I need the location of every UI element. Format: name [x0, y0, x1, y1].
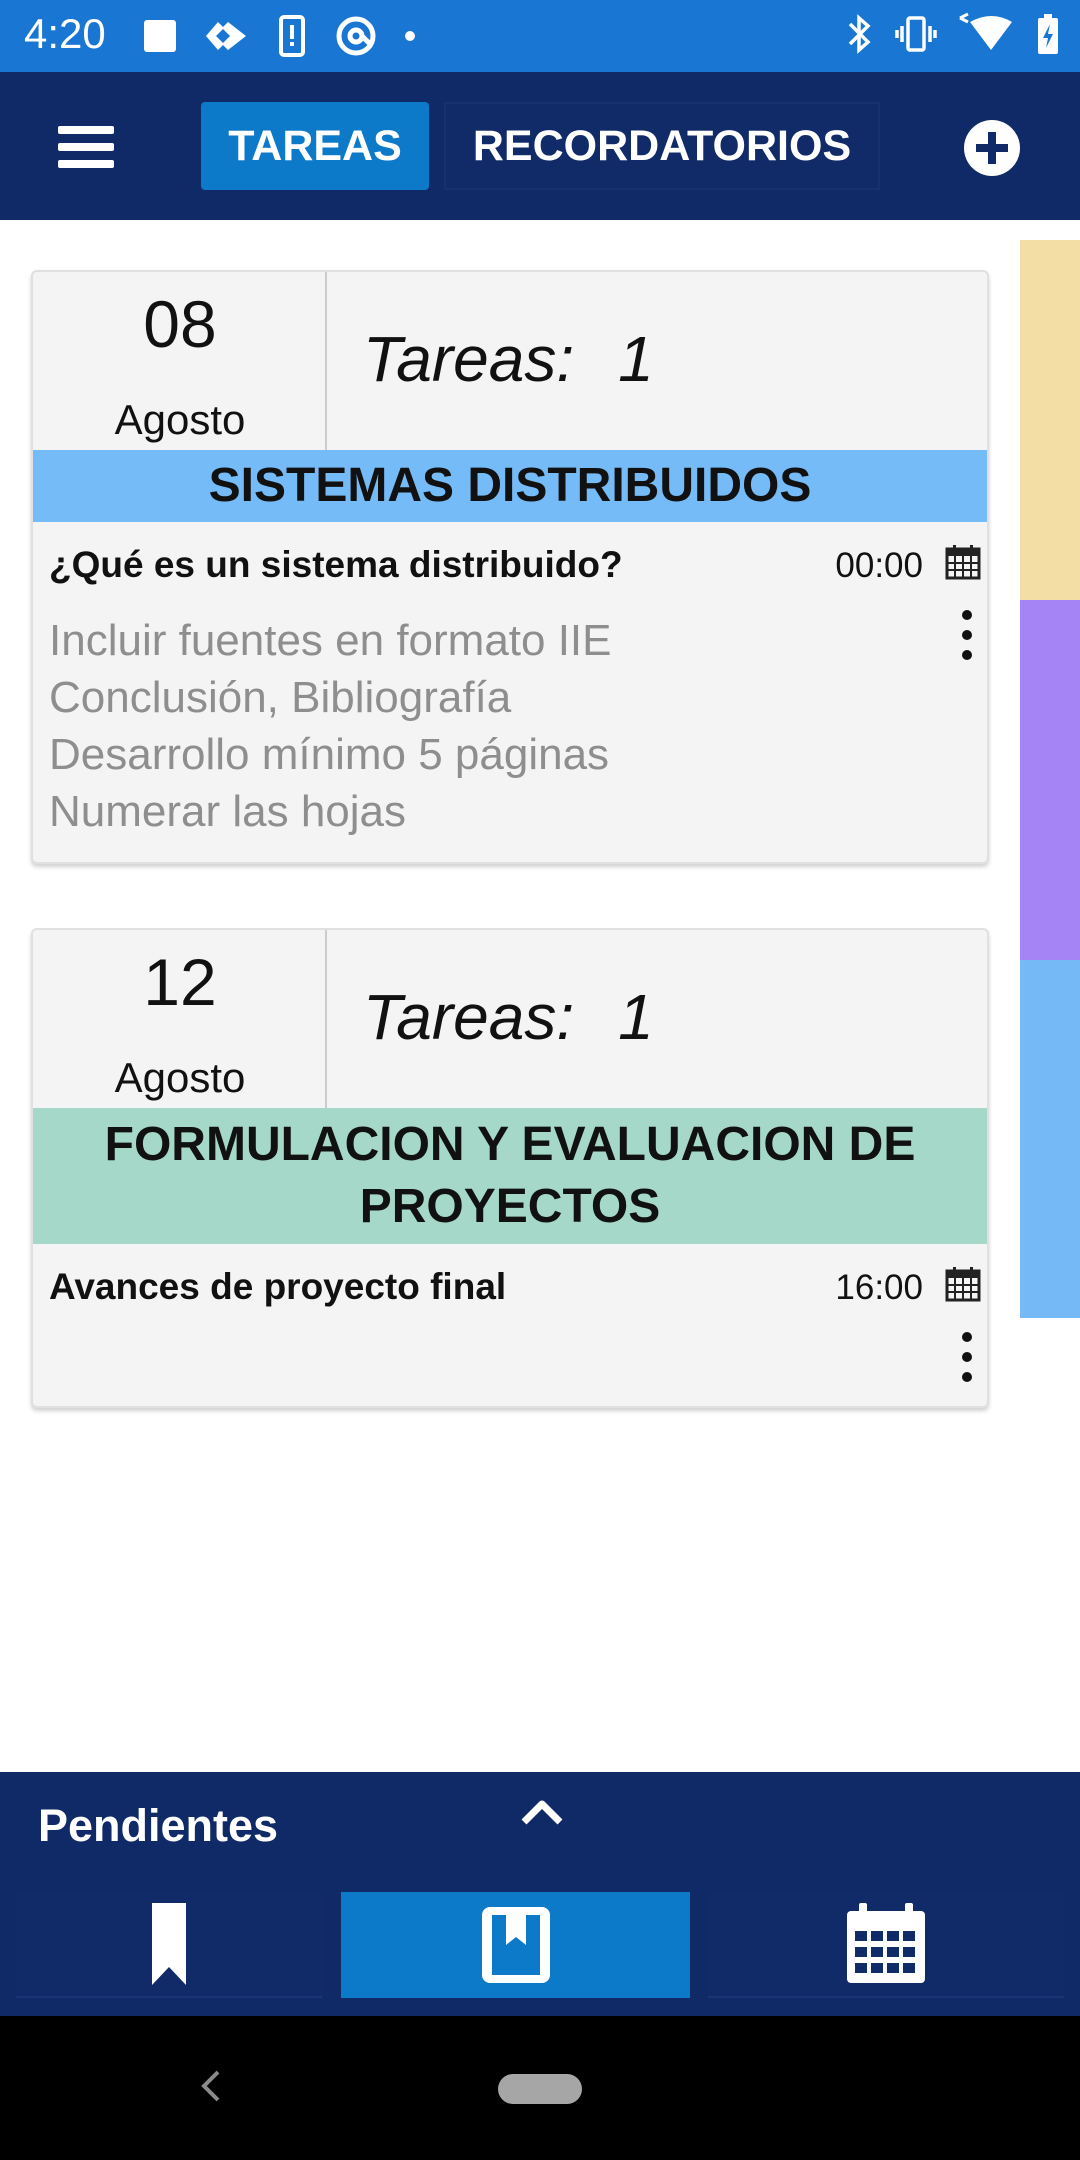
calendar-icon — [847, 1903, 925, 1983]
task-count-value: 1 — [618, 981, 654, 1053]
task-day-card: 08 Agosto Tareas: 1 SISTEMAS DISTRIBUIDOS… — [31, 270, 989, 864]
bookmark-icon — [152, 1903, 186, 1985]
pending-panel: Pendientes — [0, 1772, 1080, 2016]
date-day: 08 — [143, 287, 217, 361]
nav-bookmarks[interactable] — [16, 1892, 322, 1998]
hamburger-menu-icon[interactable] — [46, 112, 126, 182]
dot-icon — [405, 31, 415, 41]
side-color-strip-yellow — [1020, 240, 1080, 600]
date-month: Agosto — [114, 396, 246, 443]
task-description-line: Numerar las hojas — [49, 787, 407, 836]
side-color-strip-blue — [1020, 960, 1080, 1318]
task-time: 16:00 — [835, 1268, 923, 1307]
task-description-line: Conclusión, Bibliografía — [49, 673, 512, 722]
diamond-arrow-icon — [206, 22, 246, 50]
more-options-icon[interactable] — [957, 610, 977, 660]
side-color-strip-purple — [1020, 600, 1080, 960]
date-month: Agosto — [114, 1054, 246, 1101]
subject-line: FORMULACION Y EVALUACION DE — [104, 1118, 916, 1171]
notification-icons — [140, 14, 420, 58]
task-title[interactable]: Avances de proyecto final — [49, 1266, 506, 1308]
task-count-value: 1 — [618, 323, 654, 395]
task-description-line: Desarrollo mínimo 5 páginas — [49, 730, 610, 779]
status-time: 4:20 — [24, 10, 106, 57]
date-day: 12 — [143, 945, 217, 1019]
task-day-card: 12 Agosto Tareas: 1 FORMULACION Y EVALUAC… — [31, 928, 989, 1408]
calendar-icon[interactable] — [945, 1266, 981, 1302]
subject-line: PROYECTOS — [359, 1180, 661, 1233]
task-description-line: Incluir fuentes en formato IIE — [49, 616, 612, 665]
back-icon[interactable] — [196, 2066, 226, 2106]
status-bar: 4:20 — [0, 0, 1080, 72]
task-title[interactable]: ¿Qué es un sistema distribuido? — [49, 544, 623, 586]
task-count-label: Tareas: — [363, 981, 575, 1053]
add-circle-icon[interactable] — [964, 120, 1020, 176]
tab-recordatorios[interactable]: RECORDATORIOS — [444, 102, 880, 190]
system-status-icons — [844, 12, 1062, 56]
wifi-icon — [959, 12, 1012, 50]
task-count-label: Tareas: — [363, 323, 575, 395]
nav-tasks[interactable] — [341, 1892, 690, 1998]
stop-square-icon — [144, 20, 176, 52]
task-time: 00:00 — [835, 546, 923, 585]
task-count: Tareas: 1 — [363, 322, 654, 396]
bluetooth-icon — [848, 14, 871, 54]
task-description: Incluir fuentes en formato IIE Conclusió… — [49, 612, 612, 840]
pending-label[interactable]: Pendientes — [38, 1800, 278, 1852]
subject-header: FORMULACION Y EVALUACION DE PROYECTOS — [33, 1108, 987, 1244]
battery-charging-icon — [1038, 14, 1058, 54]
chevron-up-icon[interactable] — [520, 1796, 564, 1826]
book-icon — [481, 1907, 550, 1983]
phone-alert-icon — [279, 15, 305, 57]
more-options-icon[interactable] — [957, 1332, 977, 1382]
home-pill[interactable] — [498, 2074, 582, 2104]
at-sign-icon — [336, 16, 376, 56]
tab-tareas[interactable]: TAREAS — [201, 102, 429, 190]
task-count: Tareas: 1 — [363, 980, 654, 1054]
vibrate-icon — [895, 16, 937, 52]
nav-calendar[interactable] — [708, 1892, 1064, 1998]
date-box: 08 Agosto — [33, 272, 327, 450]
subject-header: SISTEMAS DISTRIBUIDOS — [33, 450, 987, 522]
date-box: 12 Agosto — [33, 930, 327, 1108]
system-nav-bar — [0, 2016, 1080, 2160]
calendar-icon[interactable] — [945, 544, 981, 580]
app-bar: TAREAS RECORDATORIOS — [0, 72, 1080, 220]
